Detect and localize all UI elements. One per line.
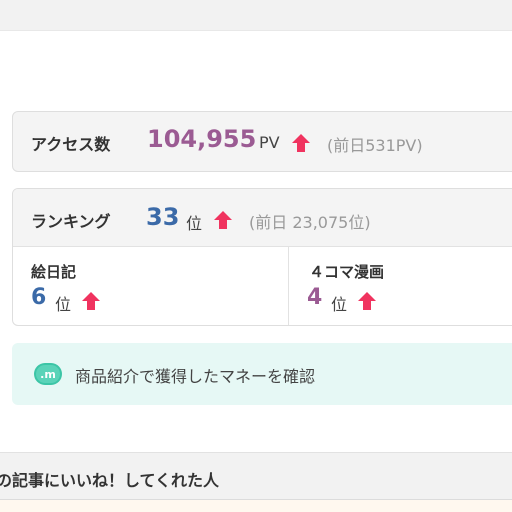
ranking-card: ランキング 33 位 (前日 23,075位) 絵日記 6 位 ４コマ漫画 4 …	[12, 188, 512, 326]
likes-section-body	[0, 500, 512, 512]
likes-section-title: の記事にいいね！してくれた人	[0, 471, 220, 490]
ranking-label: ランキング	[31, 212, 111, 231]
category-label: ４コマ漫画	[309, 263, 385, 281]
access-count-label: アクセス数	[31, 135, 111, 154]
category-rank-value: 4	[307, 285, 323, 310]
arrow-up-icon	[292, 134, 310, 152]
ranking-previous: (前日 23,075位)	[249, 213, 371, 232]
category-label: 絵日記	[31, 263, 77, 281]
top-bar	[0, 0, 512, 31]
category-rank-value: 6	[31, 285, 47, 310]
access-count-value: 104,955	[147, 125, 257, 153]
money-m-icon: .m	[34, 363, 62, 385]
money-confirm-text: 商品紹介で獲得したマネーを確認	[75, 367, 316, 386]
money-confirm-link[interactable]: .m 商品紹介で獲得したマネーを確認	[12, 343, 512, 405]
category-rank-unit: 位	[331, 295, 348, 314]
category-rank-cell: 絵日記 6 位	[13, 247, 289, 325]
arrow-up-icon	[82, 292, 100, 310]
arrow-up-icon	[358, 292, 376, 310]
access-count-unit: PV	[259, 133, 280, 152]
access-count-card: アクセス数 104,955 PV (前日531PV)	[12, 111, 512, 172]
ranking-value: 33	[146, 203, 180, 231]
svg-text:.m: .m	[40, 368, 56, 381]
category-rank-unit: 位	[55, 295, 72, 314]
ranking-header: ランキング 33 位 (前日 23,075位)	[13, 189, 512, 247]
category-rank-cell: ４コマ漫画 4 位	[289, 247, 512, 325]
likes-section-header: の記事にいいね！してくれた人	[0, 452, 512, 500]
ranking-unit: 位	[186, 214, 203, 233]
arrow-up-icon	[214, 211, 232, 229]
access-previous: (前日531PV)	[327, 136, 423, 155]
